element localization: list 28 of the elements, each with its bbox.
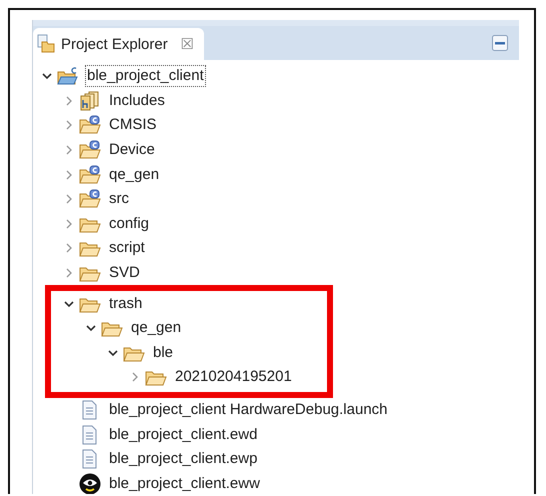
project-explorer-tab[interactable]: Project Explorer ☒ — [33, 28, 204, 60]
close-icon[interactable]: ☒ — [180, 35, 194, 53]
source-folder-icon — [79, 140, 101, 160]
tree-item[interactable]: ble_project_client.ewd — [107, 424, 260, 446]
tree-item[interactable]: ble_project_client.eww — [107, 472, 262, 494]
header-files-icon — [79, 90, 101, 111]
tree-item[interactable]: ble_project_client HardwareDebug.launch — [107, 399, 390, 422]
source-folder-icon — [79, 164, 101, 185]
tree-item[interactable]: script — [107, 237, 147, 260]
tree-item[interactable]: Includes — [107, 90, 167, 112]
tree-item[interactable]: ble_project_client — [85, 65, 206, 88]
tree-item[interactable]: ble — [151, 342, 176, 364]
tree-item[interactable]: trash — [107, 292, 144, 315]
project-folder-icon — [57, 66, 79, 86]
tree-item[interactable]: qe_gen — [129, 317, 184, 340]
tree-item[interactable]: src — [107, 188, 131, 210]
tree-item[interactable]: CMSIS — [107, 114, 159, 136]
tree-item[interactable]: Device — [107, 139, 157, 162]
tree-item[interactable]: ble_project_client.ewp — [107, 448, 260, 470]
minimize-icon[interactable] — [491, 34, 509, 52]
tree-item[interactable]: config — [107, 212, 152, 235]
eye-icon — [79, 472, 101, 494]
folder-icon — [36, 34, 56, 54]
tree-item[interactable]: SVD — [107, 262, 142, 284]
source-folder-icon — [79, 189, 101, 210]
tree-item[interactable]: 20210204195201 — [173, 366, 294, 388]
source-folder-icon — [79, 115, 101, 136]
tree-item[interactable]: qe_gen — [107, 164, 162, 186]
